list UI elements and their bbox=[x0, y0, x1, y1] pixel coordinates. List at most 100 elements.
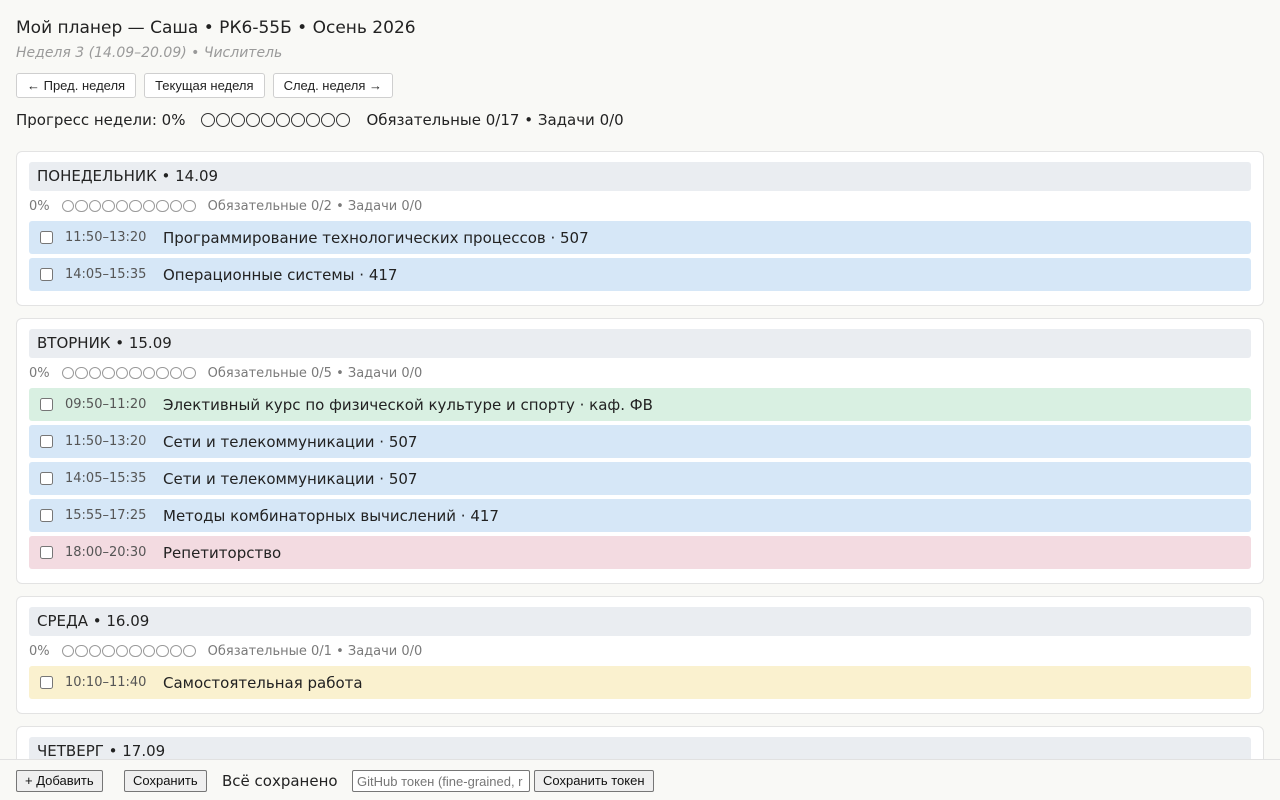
progress-dot bbox=[142, 366, 156, 380]
item-title: Операционные системы · 417 bbox=[163, 265, 398, 284]
item-title: Сети и телекоммуникации · 507 bbox=[163, 432, 418, 451]
day-card: СРЕДА • 16.09 0% Обязательные 0/1 • Задачи… bbox=[16, 596, 1264, 714]
item-time: 11:50–13:20 bbox=[65, 230, 147, 245]
progress-dot bbox=[336, 113, 351, 127]
item-time: 14:05–15:35 bbox=[65, 267, 147, 282]
item-done-checkbox[interactable] bbox=[40, 676, 53, 689]
progress-dot bbox=[115, 199, 129, 213]
item-done-checkbox[interactable] bbox=[40, 231, 53, 244]
schedule-item: 14:05–15:35 Операционные системы · 417 bbox=[29, 258, 1251, 291]
day-header: СРЕДА • 16.09 bbox=[29, 607, 1251, 636]
current-week-button[interactable]: Текущая неделя bbox=[144, 73, 265, 98]
progress-dot bbox=[75, 644, 88, 658]
item-done-checkbox[interactable] bbox=[40, 509, 53, 522]
day-progress-counts: Обязательные 0/1 • Задачи 0/0 bbox=[207, 643, 423, 659]
week-progress-counts: Обязательные 0/17 • Задачи 0/0 bbox=[366, 111, 624, 129]
progress-dot bbox=[142, 199, 156, 213]
progress-dot bbox=[183, 199, 196, 213]
progress-dot bbox=[102, 366, 115, 380]
progress-dot bbox=[183, 366, 196, 380]
day-progress-percent: 0% bbox=[29, 198, 50, 214]
item-time: 11:50–13:20 bbox=[65, 434, 147, 449]
progress-dot bbox=[88, 644, 102, 658]
progress-dot bbox=[169, 644, 183, 658]
schedule-item: 11:50–13:20 Сети и телекоммуникации · 507 bbox=[29, 425, 1251, 458]
day-list: ПОНЕДЕЛЬНИК • 14.09 0% Обязательные 0/2 • … bbox=[16, 151, 1264, 793]
progress-dot bbox=[306, 113, 321, 127]
item-title: Самостоятельная работа bbox=[163, 673, 363, 692]
progress-dot bbox=[169, 366, 183, 380]
week-progress: Прогресс недели: 0% Обязательные 0/17 • … bbox=[16, 109, 624, 131]
progress-dot bbox=[75, 366, 88, 380]
item-time: 09:50–11:20 bbox=[65, 397, 147, 412]
day-header: ПОНЕДЕЛЬНИК • 14.09 bbox=[29, 162, 1251, 191]
day-progress-counts: Обязательные 0/2 • Задачи 0/0 bbox=[207, 198, 423, 214]
save-status: Всё сохранено bbox=[222, 772, 338, 790]
github-token-input[interactable] bbox=[352, 770, 530, 792]
day-progress: 0% Обязательные 0/1 • Задачи 0/0 bbox=[29, 636, 1251, 666]
day-progress-dots bbox=[61, 644, 196, 658]
day-progress: 0% Обязательные 0/5 • Задачи 0/0 bbox=[29, 358, 1251, 388]
schedule-item: 11:50–13:20 Программирование технологичес… bbox=[29, 221, 1251, 254]
item-done-checkbox[interactable] bbox=[40, 472, 53, 485]
item-time: 18:00–20:30 bbox=[65, 545, 147, 560]
week-progress-label: Прогресс недели: 0% bbox=[16, 111, 186, 129]
progress-dot bbox=[321, 113, 336, 127]
progress-dot bbox=[183, 644, 196, 658]
day-progress: 0% Обязательные 0/2 • Задачи 0/0 bbox=[29, 191, 1251, 221]
week-nav: ← Пред. неделя Текущая неделя След. неде… bbox=[16, 73, 394, 98]
day-progress-percent: 0% bbox=[29, 643, 50, 659]
progress-dot bbox=[129, 366, 142, 380]
item-title: Репетиторство bbox=[163, 543, 282, 562]
item-title: Программирование технологических процесс… bbox=[163, 228, 589, 247]
progress-dot bbox=[261, 113, 276, 127]
bottom-bar: + Добавить Сохранить Всё сохранено Сохра… bbox=[0, 759, 1280, 800]
progress-dot bbox=[61, 199, 75, 213]
day-progress-dots bbox=[61, 199, 196, 213]
schedule-item: 10:10–11:40 Самостоятельная работа bbox=[29, 666, 1251, 699]
item-time: 15:55–17:25 bbox=[65, 508, 147, 523]
day-card: ПОНЕДЕЛЬНИК • 14.09 0% Обязательные 0/2 • … bbox=[16, 151, 1264, 306]
progress-dot bbox=[156, 199, 169, 213]
day-progress-percent: 0% bbox=[29, 365, 50, 381]
progress-dot bbox=[115, 366, 129, 380]
next-week-button[interactable]: След. неделя → bbox=[272, 73, 394, 98]
progress-dot bbox=[129, 644, 142, 658]
schedule-item: 09:50–11:20 Элективный курс по физической… bbox=[29, 388, 1251, 421]
item-done-checkbox[interactable] bbox=[40, 435, 53, 448]
day-progress-dots bbox=[61, 366, 196, 380]
progress-dot bbox=[75, 199, 88, 213]
progress-dot bbox=[129, 199, 142, 213]
schedule-item: 18:00–20:30 Репетиторство bbox=[29, 536, 1251, 569]
progress-dot bbox=[169, 199, 183, 213]
item-done-checkbox[interactable] bbox=[40, 268, 53, 281]
progress-dot bbox=[216, 113, 231, 127]
progress-dot bbox=[88, 366, 102, 380]
item-title: Сети и телекоммуникации · 507 bbox=[163, 469, 418, 488]
schedule-item: 14:05–15:35 Сети и телекоммуникации · 507 bbox=[29, 462, 1251, 495]
progress-dot bbox=[115, 644, 129, 658]
save-token-button[interactable]: Сохранить токен bbox=[534, 770, 654, 792]
week-progress-dots bbox=[201, 113, 351, 127]
progress-dot bbox=[61, 366, 75, 380]
schedule-item: 15:55–17:25 Методы комбинаторных вычислен… bbox=[29, 499, 1251, 532]
day-card: ВТОРНИК • 15.09 0% Обязательные 0/5 • Зада… bbox=[16, 318, 1264, 584]
progress-dot bbox=[102, 644, 115, 658]
page-title: Мой планер — Саша • РК6-55Б • Осень 2026 bbox=[16, 18, 416, 38]
save-button[interactable]: Сохранить bbox=[124, 770, 207, 792]
item-title: Элективный курс по физической культуре и… bbox=[163, 395, 653, 414]
item-time: 10:10–11:40 bbox=[65, 675, 147, 690]
progress-dot bbox=[276, 113, 291, 127]
progress-dot bbox=[201, 113, 216, 127]
progress-dot bbox=[102, 199, 115, 213]
progress-dot bbox=[61, 644, 75, 658]
progress-dot bbox=[142, 644, 156, 658]
item-done-checkbox[interactable] bbox=[40, 398, 53, 411]
progress-dot bbox=[156, 366, 169, 380]
prev-week-button[interactable]: ← Пред. неделя bbox=[16, 73, 137, 98]
item-done-checkbox[interactable] bbox=[40, 546, 53, 559]
day-progress-counts: Обязательные 0/5 • Задачи 0/0 bbox=[207, 365, 423, 381]
item-title: Методы комбинаторных вычислений · 417 bbox=[163, 506, 499, 525]
page-subtitle: Неделя 3 (14.09–20.09) • Числитель bbox=[16, 45, 283, 61]
add-button[interactable]: + Добавить bbox=[16, 770, 103, 792]
